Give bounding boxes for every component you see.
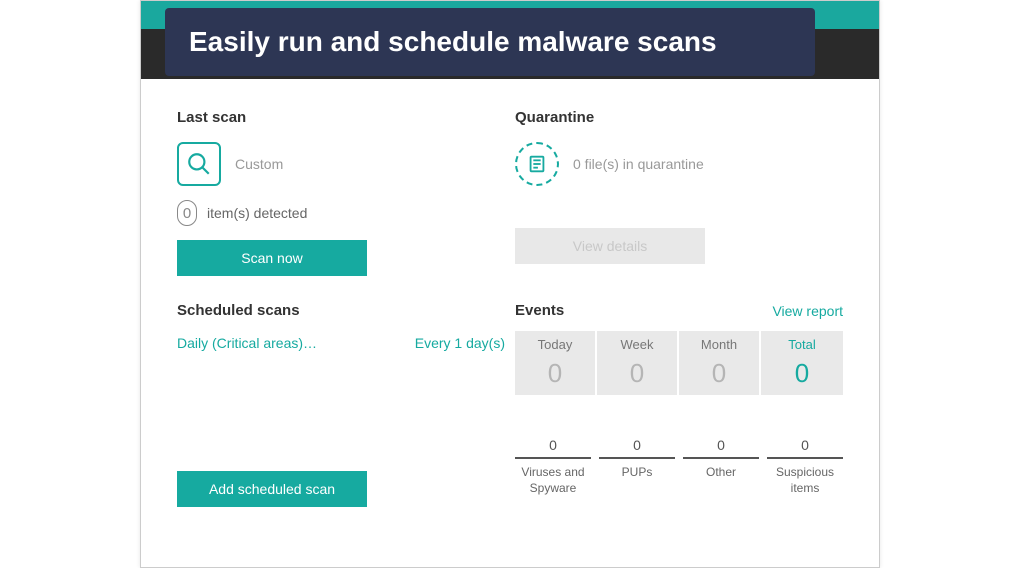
category-pups: 0 PUPs <box>599 437 675 496</box>
category-other: 0 Other <box>683 437 759 496</box>
last-scan-title: Last scan <box>177 109 505 126</box>
magnifier-icon <box>177 142 221 186</box>
events-title: Events <box>515 302 564 319</box>
scheduled-item-name[interactable]: Daily (Critical areas)… <box>177 335 317 351</box>
detected-label: item(s) detected <box>207 205 307 221</box>
tab-today[interactable]: Today 0 <box>515 331 597 395</box>
quarantine-icon <box>515 142 559 186</box>
main-content: Last scan Custom 0 item(s) detected Scan… <box>141 79 879 527</box>
app-window: Last scan Custom 0 item(s) detected Scan… <box>140 0 880 568</box>
category-viruses: 0 Viruses and Spyware <box>515 437 591 496</box>
scheduled-section: Scheduled scans Daily (Critical areas)… … <box>177 302 505 507</box>
scheduled-item-frequency[interactable]: Every 1 day(s) <box>415 335 505 351</box>
last-scan-section: Last scan Custom 0 item(s) detected Scan… <box>177 109 505 276</box>
tab-month[interactable]: Month 0 <box>679 331 761 395</box>
scan-now-button[interactable]: Scan now <box>177 240 367 276</box>
promo-banner: Easily run and schedule malware scans <box>165 8 815 76</box>
events-categories: 0 Viruses and Spyware 0 PUPs 0 Other 0 S… <box>515 437 843 496</box>
view-report-link[interactable]: View report <box>772 303 843 319</box>
events-section: Events View report Today 0 Week 0 Month … <box>515 302 843 507</box>
category-suspicious: 0 Suspicious items <box>767 437 843 496</box>
view-details-button: View details <box>515 228 705 264</box>
detected-count: 0 <box>177 200 197 226</box>
events-period-tabs: Today 0 Week 0 Month 0 Total 0 <box>515 331 843 395</box>
tab-total[interactable]: Total 0 <box>761 331 843 395</box>
quarantine-title: Quarantine <box>515 109 843 126</box>
tab-week[interactable]: Week 0 <box>597 331 679 395</box>
scheduled-title: Scheduled scans <box>177 302 505 319</box>
quarantine-status: 0 file(s) in quarantine <box>573 156 704 172</box>
scan-type-label: Custom <box>235 156 283 172</box>
quarantine-section: Quarantine 0 file(s) in quarantine View … <box>515 109 843 276</box>
add-scheduled-scan-button[interactable]: Add scheduled scan <box>177 471 367 507</box>
